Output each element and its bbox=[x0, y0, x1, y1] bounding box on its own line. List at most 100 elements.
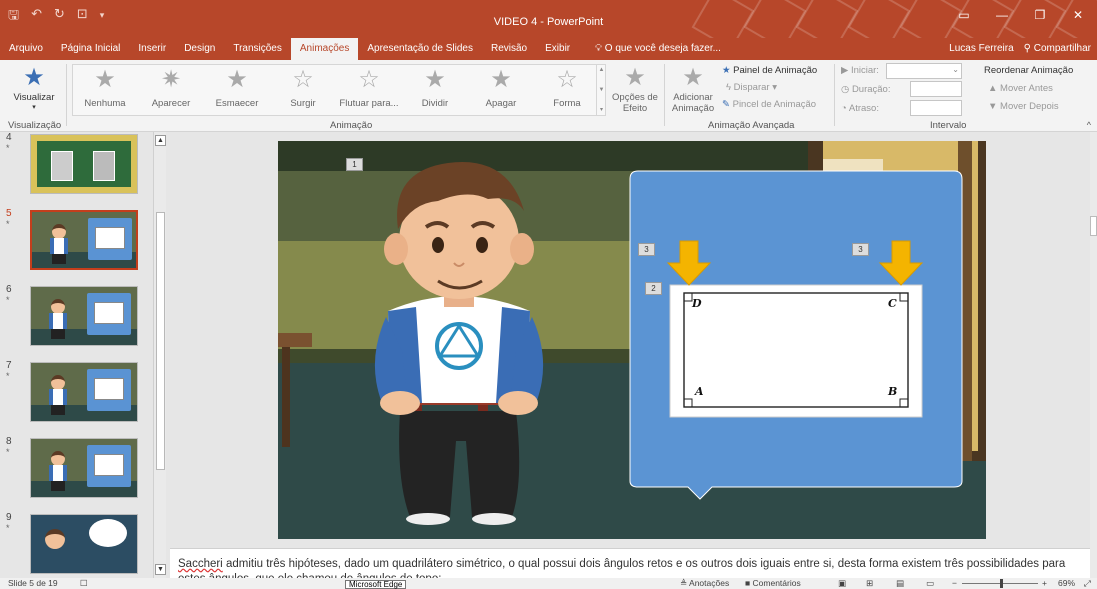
animation-option-6[interactable]: ★ Dividir bbox=[402, 66, 468, 109]
zoom-out-icon[interactable]: − bbox=[952, 578, 957, 589]
animation-option-label: Surgir bbox=[290, 98, 316, 109]
tab-inserir[interactable]: Inserir bbox=[129, 38, 175, 60]
move-later-button[interactable]: ▼ Mover Depois bbox=[988, 101, 1059, 112]
animation-painter-button[interactable]: ✎ Pincel de Animação bbox=[722, 99, 816, 110]
animation-option-4[interactable]: ☆ Surgir bbox=[270, 66, 336, 109]
thumbnail-number: 4 bbox=[6, 132, 12, 143]
restore-icon[interactable]: ❐ bbox=[1021, 0, 1059, 30]
trigger-button[interactable]: ϟ Disparar ▾ bbox=[726, 82, 777, 93]
star-wipe-icon: ★ bbox=[490, 66, 512, 93]
slide-thumbnail[interactable] bbox=[30, 438, 138, 498]
status-bar: Slide 5 de 19 ☐ ≜ Anotações ■ Comentário… bbox=[0, 578, 1097, 589]
slide-thumbnail[interactable] bbox=[30, 134, 138, 194]
slide-thumbnail[interactable] bbox=[30, 210, 138, 270]
animation-option-1[interactable]: ★ Nenhuma bbox=[72, 66, 138, 109]
animation-star-icon: * bbox=[6, 295, 10, 305]
zoom-in-icon[interactable]: + bbox=[1042, 578, 1047, 589]
comments-toggle-button[interactable]: ■ Comentários bbox=[745, 578, 801, 589]
slide-thumbnails-pane: 4 * 5 * 6 * 7 * 8 * 9 * bbox=[0, 132, 170, 578]
animation-option-label: Esmaecer bbox=[215, 98, 259, 109]
slide-artwork bbox=[278, 141, 986, 539]
animation-tag-2[interactable]: 2 bbox=[645, 282, 662, 295]
thumbnail-number: 9 bbox=[6, 512, 12, 523]
corner-label-c: C bbox=[888, 297, 897, 310]
share-button[interactable]: ⚲ Compartilhar bbox=[1024, 38, 1091, 60]
spell-check-icon[interactable]: ☐ bbox=[80, 578, 88, 589]
preview-button[interactable]: ★ Visualizar ▾ bbox=[6, 64, 62, 111]
group-label-advanced: Animação Avançada bbox=[708, 120, 795, 131]
star-fade-icon: ★ bbox=[226, 66, 248, 93]
start-dropdown[interactable]: ⌄ bbox=[886, 63, 962, 79]
person-icon: ⚲ bbox=[1023, 43, 1031, 54]
slide-thumbnail[interactable] bbox=[30, 514, 138, 574]
animation-tag-3-right[interactable]: 3 bbox=[852, 243, 869, 256]
group-label-timing: Intervalo bbox=[930, 120, 967, 131]
preview-star-icon: ★ bbox=[23, 64, 45, 91]
tab-pagina-inicial[interactable]: Página Inicial bbox=[52, 38, 129, 60]
painter-icon: ✎ bbox=[722, 99, 730, 110]
slide-thumbnail[interactable] bbox=[30, 286, 138, 346]
tab-design[interactable]: Design bbox=[175, 38, 224, 60]
comment-icon: ■ bbox=[745, 578, 751, 588]
tab-transicoes[interactable]: Transições bbox=[224, 38, 291, 60]
animation-option-label: Dividir bbox=[421, 98, 449, 109]
notes-icon: ≜ bbox=[680, 578, 688, 588]
slideshow-view-icon[interactable]: ▭ bbox=[926, 578, 934, 589]
duration-spinner[interactable] bbox=[910, 81, 962, 97]
minimize-icon[interactable]: — bbox=[983, 0, 1021, 30]
ribbon-animations: ★ Visualizar ▾ Visualização ★ Nenhuma ✷ Apa… bbox=[0, 60, 1097, 132]
thumbnail-number: 5 bbox=[6, 208, 12, 219]
triangle-down-icon: ▼ bbox=[988, 101, 998, 112]
collapse-ribbon-icon[interactable]: ^ bbox=[1087, 120, 1091, 130]
notes-pane[interactable]: Saccheri admitiu três hipóteses, dado um… bbox=[170, 548, 1090, 578]
fit-slide-icon[interactable]: ⤢ bbox=[1084, 578, 1091, 589]
corner-label-b: B bbox=[888, 385, 898, 398]
normal-view-icon[interactable]: ▣ bbox=[838, 578, 846, 589]
animation-option-5[interactable]: ☆ Flutuar para... bbox=[336, 66, 402, 109]
editor-scrollbar[interactable] bbox=[1090, 132, 1097, 578]
delay-spinner[interactable] bbox=[910, 100, 962, 116]
animation-option-3[interactable]: ★ Esmaecer bbox=[204, 66, 270, 109]
notes-toggle-button[interactable]: ≜ Anotações bbox=[680, 578, 729, 589]
animation-option-label: Aparecer bbox=[151, 98, 191, 109]
tab-apresentacao-de-slides[interactable]: Apresentação de Slides bbox=[358, 38, 482, 60]
effect-options-button[interactable]: ★ Opções de Efeito bbox=[610, 64, 660, 114]
slide-counter: Slide 5 de 19 bbox=[8, 578, 58, 588]
title-bar: 🖫 ↶ ↻ ⊡ ▾ VIDEO 4 - PowerPoint ▭ — ❐ ✕ bbox=[0, 0, 1097, 38]
effect-options-icon: ★ bbox=[624, 64, 646, 91]
animation-option-8[interactable]: ☆ Forma bbox=[534, 66, 600, 109]
gallery-scroll[interactable]: ▲ ▼ ▾ bbox=[596, 64, 606, 116]
tell-me-search[interactable]: 💡︎ O que você deseja fazer... bbox=[595, 38, 721, 60]
add-animation-button[interactable]: ★ Adicionar Animação bbox=[668, 64, 718, 114]
ribbon-tabs: Arquivo Página Inicial Inserir Design Transi… bbox=[0, 38, 1097, 60]
user-name[interactable]: Lucas Ferreira bbox=[949, 38, 1013, 60]
animation-tag-3-left[interactable]: 3 bbox=[638, 243, 655, 256]
slide-thumbnail[interactable] bbox=[30, 362, 138, 422]
dropdown-arrow-icon: ▾ bbox=[32, 104, 36, 111]
slide-canvas[interactable]: 1 3 3 2 D C A B bbox=[278, 141, 986, 539]
animation-pane-button[interactable]: ★ Painel de Animação bbox=[722, 65, 817, 76]
thumbnails-scrollbar[interactable]: ▲ ▼ bbox=[153, 132, 166, 578]
play-icon: ▶ bbox=[841, 65, 849, 76]
move-earlier-button[interactable]: ▲ Mover Antes bbox=[988, 83, 1053, 94]
animation-option-2[interactable]: ✷ Aparecer bbox=[138, 66, 204, 109]
duration-label: ◷ Duração: bbox=[841, 84, 891, 95]
animation-option-7[interactable]: ★ Apagar bbox=[468, 66, 534, 109]
tab-arquivo[interactable]: Arquivo bbox=[0, 38, 52, 60]
tab-animacoes[interactable]: Animações bbox=[290, 38, 359, 60]
close-icon[interactable]: ✕ bbox=[1059, 0, 1097, 30]
zoom-level[interactable]: 69% bbox=[1058, 578, 1075, 589]
notes-text[interactable]: Saccheri admitiu três hipóteses, dado um… bbox=[178, 557, 1082, 578]
zoom-slider-thumb[interactable] bbox=[1000, 579, 1003, 588]
thumbnail-number: 7 bbox=[6, 360, 12, 371]
animation-tag-1[interactable]: 1 bbox=[346, 158, 363, 171]
tab-revisao[interactable]: Revisão bbox=[482, 38, 536, 60]
slide-sorter-icon[interactable]: ⊞ bbox=[866, 578, 873, 589]
window-title: VIDEO 4 - PowerPoint bbox=[493, 16, 604, 28]
thumbnail-number: 6 bbox=[6, 284, 12, 295]
animation-star-icon: * bbox=[6, 219, 10, 229]
star-burst-icon: ✷ bbox=[160, 66, 182, 93]
ribbon-display-options-icon[interactable]: ▭ bbox=[945, 0, 983, 30]
reading-view-icon[interactable]: ▤ bbox=[896, 578, 904, 589]
tab-exibir[interactable]: Exibir bbox=[536, 38, 579, 60]
